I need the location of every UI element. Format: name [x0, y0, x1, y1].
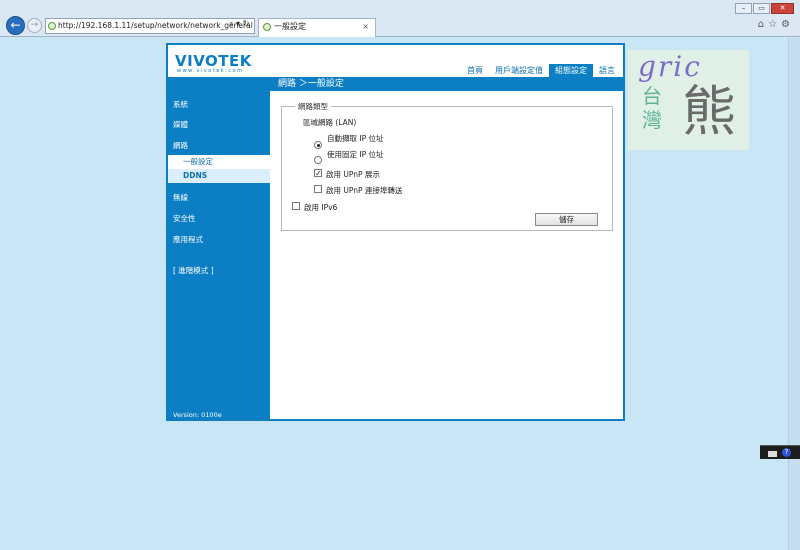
sidebar-item-ddns[interactable]: DDNS: [168, 169, 270, 183]
ipv6-checkbox[interactable]: [292, 202, 300, 210]
nav-client-settings[interactable]: 用戶端設定值: [489, 64, 549, 77]
upnp-checkbox[interactable]: ✓: [314, 169, 322, 178]
page-title: 網路 ＞一般設定: [278, 79, 344, 89]
upnp-forward-label: 啟用 UPnP 連接埠轉送: [326, 186, 403, 195]
lan-label: 區域網路 (LAN): [303, 118, 357, 127]
sidebar-item-wireless[interactable]: 無線: [173, 192, 188, 203]
network-type-legend: 網路類型: [295, 101, 331, 112]
tab-close-icon[interactable]: ×: [362, 19, 369, 35]
upnp-forward-checkbox[interactable]: [314, 185, 322, 193]
back-button[interactable]: ←: [6, 16, 25, 35]
static-ip-radio[interactable]: [314, 156, 322, 164]
address-bar[interactable]: http://192.168.1.11/setup/network/networ…: [45, 18, 255, 34]
firmware-version: Version: 0100e: [173, 411, 222, 419]
sidebar-sub-label: 一般設定: [183, 157, 213, 166]
logo-bar: VIVOTEK www.vivotek.com 首頁 用戶端設定值 組態設定 語…: [168, 45, 623, 78]
sidebar-item-advanced-mode[interactable]: [ 進階模式 ]: [173, 265, 214, 276]
address-url: http://192.168.1.11/setup/network/networ…: [58, 21, 253, 30]
sidebar-item-network[interactable]: 網路: [173, 140, 188, 151]
ipv6-label: 啟用 IPv6: [304, 203, 338, 212]
sidebar-item-general-settings[interactable]: 一般設定: [168, 155, 270, 169]
camera-config-app: VIVOTEK www.vivotek.com 首頁 用戶端設定值 組態設定 語…: [166, 43, 625, 421]
upnp-label: 啟用 UPnP 展示: [326, 170, 380, 179]
page-favicon-icon: [48, 22, 56, 30]
sidebar: 系統 媒體 網路 一般設定 DDNS 無線 安全性 應用程式 [ 進階模式 ] …: [168, 91, 270, 419]
watermark-gric-text: gric: [638, 50, 702, 83]
browser-tab[interactable]: 一般設定 ×: [258, 18, 376, 37]
browser-toolbar: – ▭ ✕ ← → http://192.168.1.11/setup/netw…: [0, 0, 800, 37]
watermark-taiwan-text: 台灣: [642, 84, 662, 132]
auto-ip-radio[interactable]: [314, 141, 322, 149]
auto-ip-label: 自動擷取 IP 位址: [327, 134, 384, 143]
sidebar-item-applications[interactable]: 應用程式: [173, 234, 203, 245]
window-controls: – ▭ ✕: [735, 3, 794, 14]
page-scrollbar[interactable]: [788, 38, 800, 550]
forward-button[interactable]: →: [27, 18, 42, 33]
help-icon[interactable]: ?: [782, 448, 791, 457]
top-nav: 首頁 用戶端設定值 組態設定 語言: [461, 64, 621, 77]
address-tools[interactable]: ⌕ ▾ ↻: [229, 19, 249, 29]
close-window-button[interactable]: ✕: [771, 3, 794, 14]
tab-favicon-icon: [263, 23, 271, 31]
tab-title: 一般設定: [274, 22, 306, 31]
heading-bar: [168, 77, 623, 91]
maximize-button[interactable]: ▭: [753, 3, 770, 14]
floating-widget[interactable]: ?: [760, 445, 800, 459]
sidebar-item-security[interactable]: 安全性: [173, 213, 196, 224]
folder-icon[interactable]: [768, 451, 777, 457]
vivotek-logo-sub: www.vivotek.com: [177, 68, 244, 74]
home-favorites-settings-icons[interactable]: ⌂☆⚙: [758, 19, 794, 30]
nav-configuration[interactable]: 組態設定: [549, 64, 593, 77]
static-ip-label: 使用固定 IP 位址: [327, 150, 384, 159]
nav-language[interactable]: 語言: [593, 64, 621, 77]
watermark-bear-text: 熊: [682, 80, 736, 143]
gric-watermark: gric 台灣 熊: [628, 50, 749, 150]
nav-home[interactable]: 首頁: [461, 64, 489, 77]
sidebar-item-system[interactable]: 系統: [173, 99, 188, 110]
sidebar-item-media[interactable]: 媒體: [173, 119, 188, 130]
minimize-button[interactable]: –: [735, 3, 752, 14]
sidebar-sub-label: DDNS: [183, 171, 208, 180]
save-button[interactable]: 儲存: [535, 213, 598, 226]
